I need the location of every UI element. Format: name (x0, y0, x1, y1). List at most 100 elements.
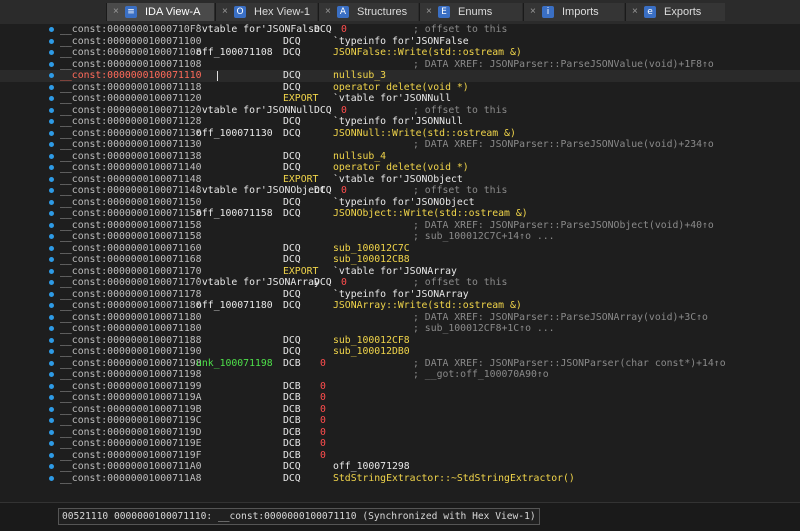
listing-row[interactable]: __const:0000000100071178 DCQ `typeinfo for… (0, 289, 800, 301)
operand[interactable]: `vtable for'JSONNull (333, 93, 451, 105)
listing-row[interactable]: __const:0000000100071138 DCQ nullsub_4 (0, 151, 800, 163)
label[interactable]: off_100071108 (196, 47, 273, 59)
operand[interactable]: sub_100012C7C (333, 243, 410, 255)
operand[interactable]: `vtable for'JSONObject (333, 174, 463, 186)
listing-row[interactable]: __const:0000000100071140 DCQ operator dele… (0, 162, 800, 174)
listing-row[interactable]: __const:00000001000710F8 `vtable for'JSON… (0, 24, 800, 36)
listing-row[interactable]: __const:000000010007119D DCB 0 (0, 427, 800, 439)
listing-row[interactable]: __const:0000000100071148 EXPORT `vtable fo… (0, 174, 800, 186)
operand[interactable]: 0 (320, 358, 326, 370)
segment-address: __const:00000001000711A8 (60, 472, 202, 484)
operand: 0 (341, 24, 347, 35)
breakpoint-dot-icon (49, 27, 54, 32)
listing-row[interactable]: __const:0000000100071188 DCQ sub_100012CF8 (0, 335, 800, 347)
tab-hex-view-1[interactable]: × O Hex View-1 (215, 3, 317, 21)
listing-row[interactable]: __const:0000000100071170 `vtable for'JSON… (0, 277, 800, 289)
listing-row[interactable]: __const:0000000100071158 off_100071158 DCQ… (0, 208, 800, 220)
close-icon[interactable]: × (222, 3, 228, 21)
label[interactable]: off_100071180 (196, 300, 273, 312)
listing-row[interactable]: __const:000000010007119C DCB 0 (0, 415, 800, 427)
operand[interactable]: operator delete(void *) (333, 82, 469, 94)
close-icon[interactable]: × (426, 3, 432, 21)
operand[interactable]: operator delete(void *) (333, 162, 469, 174)
mnemonic: DCQ (283, 81, 301, 93)
listing-row[interactable]: __const:0000000100071120 EXPORT `vtable fo… (0, 93, 800, 105)
tab-ida-view-a[interactable]: × ≡ IDA View-A (106, 3, 214, 21)
operand[interactable]: nullsub_4 (333, 151, 386, 163)
operand[interactable]: JSONArray::Write(std::ostream &) (333, 300, 522, 312)
listing-row[interactable]: __const:0000000100071180 off_100071180 DCQ… (0, 300, 800, 312)
operand[interactable]: 0 (320, 438, 326, 450)
listing-row[interactable]: __const:0000000100071180 ; sub_100012CF8+… (0, 323, 800, 335)
operand[interactable]: 0 (320, 404, 326, 416)
label[interactable]: off_100071158 (196, 208, 273, 220)
breakpoint-dot-icon (49, 291, 54, 297)
listing-row[interactable]: __const:0000000100071108 ; DATA XREF: JSO… (0, 59, 800, 71)
listing-row[interactable]: __const:0000000100071160 DCQ sub_100012C7C (0, 243, 800, 255)
mnemonic: DCQ (283, 35, 301, 47)
label[interactable]: off_100071130 (196, 128, 273, 140)
operand[interactable]: 0 (320, 381, 326, 393)
breakpoint-dot-icon (49, 383, 54, 389)
listing-row[interactable]: __const:000000010007119F DCB 0 (0, 450, 800, 462)
close-icon[interactable]: × (530, 3, 536, 21)
operand[interactable]: `vtable for'JSONArray (333, 266, 457, 278)
status-location: 00521110 0000000100071110: __const:00000… (58, 508, 540, 525)
listing-row[interactable]: __const:0000000100071130 off_100071130 DCQ… (0, 128, 800, 140)
listing-row[interactable]: __const:0000000100071180 ; DATA XREF: JSO… (0, 312, 800, 324)
listing-row[interactable]: __const:0000000100071198 ; __got:off_1000… (0, 369, 800, 381)
tab-enums[interactable]: × E Enums (419, 3, 522, 21)
listing-row[interactable]: __const:0000000100071108 off_100071108 DCQ… (0, 47, 800, 59)
tab-exports[interactable]: × e Exports (625, 3, 725, 21)
operand[interactable]: JSONObject::Write(std::ostream &) (333, 208, 528, 220)
enums-icon: E (438, 6, 450, 18)
operand[interactable]: StdStringExtractor::~StdStringExtractor(… (333, 473, 575, 485)
operand[interactable]: JSONNull::Write(std::ostream &) (333, 128, 516, 140)
listing-row[interactable]: __const:0000000100071158 ; sub_100012C7C+… (0, 231, 800, 243)
listing-row[interactable]: __const:00000001000711A8 DCQ StdStringExtr… (0, 473, 800, 485)
operand[interactable]: sub_100012CB8 (333, 254, 410, 266)
listing-row[interactable]: __const:0000000100071199 DCB 0 (0, 381, 800, 393)
listing-row[interactable]: __const:0000000100071148 `vtable for'JSON… (0, 185, 800, 197)
operand[interactable]: sub_100012DB0 (333, 346, 410, 358)
close-icon[interactable]: × (113, 3, 119, 21)
operand[interactable]: nullsub_3 (333, 70, 386, 82)
listing-row[interactable]: __const:0000000100071120 `vtable for'JSON… (0, 105, 800, 117)
segment-address: __const:0000000100071198 (60, 357, 202, 369)
listing-row[interactable]: __const:0000000100071170 EXPORT `vtable fo… (0, 266, 800, 278)
listing-row[interactable]: __const:000000010007119A DCB 0 (0, 392, 800, 404)
operand[interactable]: 0 (320, 392, 326, 404)
tab-imports[interactable]: × i Imports (523, 3, 624, 21)
breakpoint-dot-icon (49, 475, 54, 481)
close-icon[interactable]: × (325, 3, 331, 21)
operand[interactable]: `typeinfo for'JSONFalse (333, 36, 469, 48)
listing-row[interactable]: __const:00000001000711A0 DCQ off_100071298 (0, 461, 800, 473)
disassembly-listing[interactable]: __const:00000001000710F8 `vtable for'JSON… (0, 24, 800, 502)
listing-row[interactable]: __const:0000000100071128 DCQ `typeinfo for… (0, 116, 800, 128)
operand[interactable]: 0 (320, 450, 326, 462)
operand[interactable]: 0 (320, 415, 326, 427)
listing-row[interactable]: __const:000000010007119B DCB 0 (0, 404, 800, 416)
operand[interactable]: sub_100012CF8 (333, 335, 410, 347)
label[interactable]: unk_100071198 (196, 358, 273, 370)
listing-row[interactable]: __const:0000000100071130 ; DATA XREF: JSO… (0, 139, 800, 151)
operand[interactable]: JSONFalse::Write(std::ostream &) (333, 47, 522, 59)
operand[interactable]: `typeinfo for'JSONNull (333, 116, 463, 128)
listing-row[interactable]: __const:0000000100071150 DCQ `typeinfo for… (0, 197, 800, 209)
listing-row[interactable]: __const:0000000100071110 DCQ nullsub_3 (0, 70, 800, 82)
close-icon[interactable]: × (632, 3, 638, 21)
breakpoint-dot-icon (49, 360, 54, 366)
operand[interactable]: `typeinfo for'JSONArray (333, 289, 469, 301)
operand[interactable]: 0 (320, 427, 326, 439)
segment-address: __const:0000000100071120 (60, 93, 202, 104)
listing-row[interactable]: __const:0000000100071168 DCQ sub_100012CB8 (0, 254, 800, 266)
listing-row[interactable]: __const:0000000100071190 DCQ sub_100012DB0 (0, 346, 800, 358)
listing-row[interactable]: __const:0000000100071118 DCQ operator dele… (0, 82, 800, 94)
listing-row[interactable]: __const:0000000100071100 DCQ `typeinfo for… (0, 36, 800, 48)
tab-structures[interactable]: × A Structures (318, 3, 418, 21)
listing-row[interactable]: __const:0000000100071158 ; DATA XREF: JSO… (0, 220, 800, 232)
listing-row[interactable]: __const:0000000100071198 unk_100071198 DCB… (0, 358, 800, 370)
listing-row[interactable]: __const:000000010007119E DCB 0 (0, 438, 800, 450)
operand[interactable]: `typeinfo for'JSONObject (333, 197, 475, 209)
operand[interactable]: off_100071298 (333, 461, 410, 473)
